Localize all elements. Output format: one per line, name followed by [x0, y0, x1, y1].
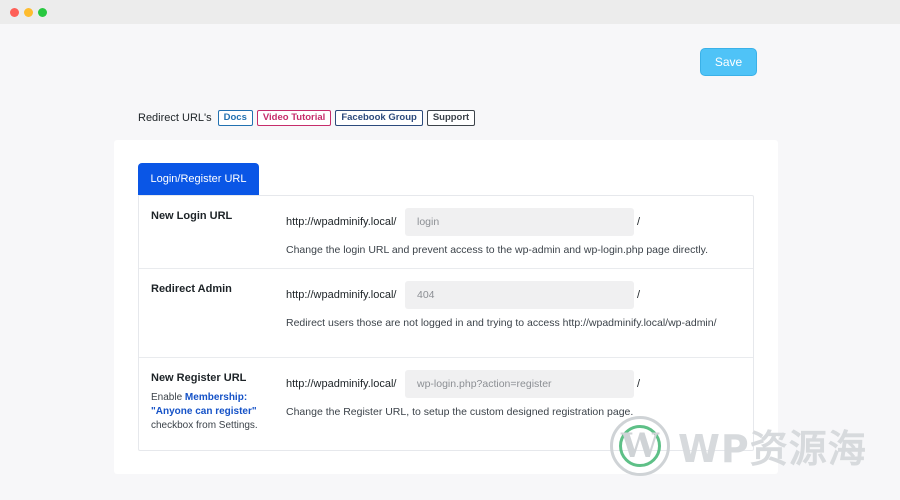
close-window-icon[interactable] — [10, 8, 19, 17]
setting-description: Change the login URL and prevent access … — [286, 244, 709, 256]
window-titlebar — [0, 0, 900, 24]
watermark: W WP资源海 — [610, 413, 867, 478]
setting-description: Redirect users those are not logged in a… — [286, 317, 717, 329]
url-suffix: / — [637, 378, 641, 390]
tab-login-register-url[interactable]: Login/Register URL — [138, 163, 259, 195]
watermark-text: WP资源海 — [678, 427, 867, 471]
setting-row-new-login-url: New Login URL http://wpadminify.local/ /… — [139, 196, 753, 269]
new-login-url-input[interactable] — [405, 208, 634, 236]
setting-row-redirect-admin: Redirect Admin http://wpadminify.local/ … — [139, 269, 753, 358]
wordpress-logo-icon: W — [610, 415, 670, 476]
minimize-window-icon[interactable] — [24, 8, 33, 17]
url-suffix: / — [637, 216, 641, 228]
support-link[interactable]: Support — [426, 109, 476, 126]
help-text-before: Enable — [151, 392, 185, 403]
setting-label: Redirect Admin — [151, 283, 232, 295]
setting-label: New Login URL — [151, 210, 233, 222]
docs-link[interactable]: Docs — [217, 109, 253, 126]
video-tutorial-link[interactable]: Video Tutorial — [256, 109, 332, 126]
setting-help-text: Enable Membership: "Anyone can register"… — [151, 391, 269, 433]
facebook-group-link[interactable]: Facebook Group — [335, 109, 423, 126]
save-button[interactable]: Save — [700, 48, 757, 76]
redirect-admin-input[interactable] — [405, 281, 634, 309]
maximize-window-icon[interactable] — [38, 8, 47, 17]
url-prefix: http://wpadminify.local/ — [286, 378, 397, 390]
url-suffix: / — [637, 289, 641, 301]
page-title: Redirect URL's — [138, 111, 212, 124]
section-heading: Redirect URL's Docs Video Tutorial Faceb… — [138, 109, 476, 126]
help-text-after: checkbox from Settings. — [151, 420, 258, 431]
setting-label: New Register URL — [151, 372, 247, 384]
url-prefix: http://wpadminify.local/ — [286, 289, 397, 301]
url-prefix: http://wpadminify.local/ — [286, 216, 397, 228]
new-register-url-input[interactable] — [405, 370, 634, 398]
